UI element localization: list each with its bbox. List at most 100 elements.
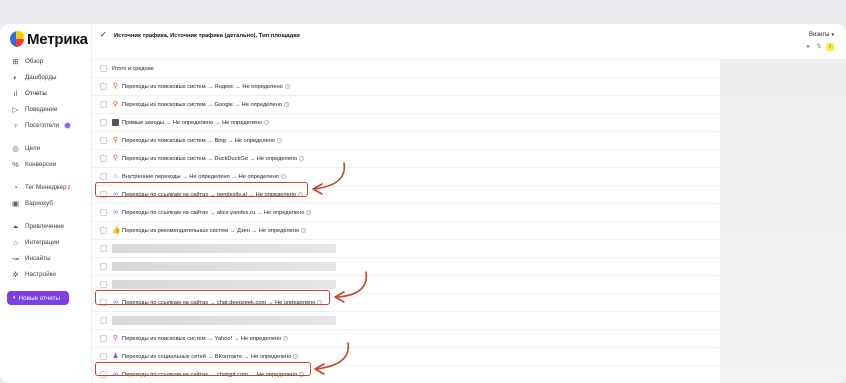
row-label[interactable]: Переходы из поисковых систем → Yahoo! → …	[122, 336, 281, 342]
help-icon[interactable]: ?	[306, 210, 312, 215]
table-row[interactable]: ⚲ Переходы из поисковых систем → Яндекс →…	[92, 78, 718, 96]
metric-selector[interactable]: Визиты ▾	[809, 32, 834, 38]
sidebar-item-integrations[interactable]: ⌂ Интеграции	[11, 238, 91, 247]
sidebar-item-variocube[interactable]: ▣ Вариокуб	[11, 199, 91, 208]
row-label[interactable]: Переходы из поисковых систем → Google → …	[122, 102, 282, 108]
row-label[interactable]: Переходы из рекомендательных систем → Дз…	[122, 228, 299, 234]
metric-panel: Визиты ▾ ● ⇅ ıl	[718, 24, 846, 383]
search-icon: ⚲	[112, 137, 119, 144]
sidebar-item-acquisition[interactable]: ⏶ Привлечение	[11, 222, 91, 231]
row-checkbox[interactable]	[100, 209, 107, 216]
sidebar-item-behavior[interactable]: ▷ Поведение	[11, 105, 91, 114]
table-row-blurred[interactable]	[92, 312, 718, 330]
sidebar-item-label: Дашборды	[25, 74, 57, 81]
row-label[interactable]: Внутренние переходы → Не определено → Не…	[122, 174, 279, 180]
help-icon[interactable]: ?	[299, 156, 305, 161]
sidebar-item-label: Конверсии	[25, 161, 57, 168]
highlight-box-chatgpt	[95, 362, 311, 376]
logo[interactable]: Метрика	[10, 30, 88, 48]
row-checkbox[interactable]	[100, 83, 107, 90]
help-icon[interactable]: ?	[284, 102, 290, 107]
search-icon: ⚲	[112, 101, 119, 108]
sidebar-item-dashboards[interactable]: ◐ Дашборды	[11, 73, 91, 82]
blurred-content	[112, 262, 336, 271]
table-row[interactable]: ∞ Переходы по ссылкам на сайтах → alice.y…	[92, 204, 718, 222]
table-header: ✓ Источник трафика, Источник трафика (де…	[92, 24, 718, 60]
row-checkbox[interactable]	[100, 119, 107, 126]
help-icon[interactable]: ?	[301, 228, 307, 233]
table-row-total: Итого и средние	[92, 60, 718, 78]
row-label[interactable]: Переходы из поисковых систем → Яндекс → …	[122, 84, 283, 90]
sidebar-item-label: Вариокуб	[25, 200, 53, 207]
table-row[interactable]: ⚲ Переходы из поисковых систем → DuckDuck…	[92, 150, 718, 168]
sidebar-item-overview[interactable]: ⊞ Обзор	[11, 57, 91, 66]
row-checkbox[interactable]	[100, 317, 107, 324]
social-icon: ♟	[112, 353, 119, 360]
sidebar-item-label: Тег Менеджер	[25, 184, 67, 191]
row-checkbox[interactable]	[100, 65, 107, 72]
table-row[interactable]: ⚲ Переходы из поисковых систем → Google →…	[92, 96, 718, 114]
sidebar-item-tag-manager[interactable]: ◔ Тег Менеджер β	[11, 183, 91, 192]
highlight-box-deepseek	[95, 290, 330, 305]
row-checkbox[interactable]	[100, 281, 107, 288]
sidebar-item-label: Отчеты	[25, 90, 47, 97]
help-icon[interactable]: ?	[264, 120, 270, 125]
table-row-blurred[interactable]	[92, 258, 718, 276]
row-checkbox[interactable]	[100, 335, 107, 342]
search-icon: ⚲	[112, 155, 119, 162]
grid-icon: ⊞	[12, 57, 19, 66]
dashboard-icon: ◐	[13, 73, 18, 82]
link-icon: ∞	[113, 209, 118, 216]
help-icon[interactable]: ?	[293, 354, 299, 359]
report-table: ✓ Источник трафика, Источник трафика (де…	[92, 24, 718, 383]
info-icon[interactable]: ●	[804, 43, 812, 51]
app-window: Метрика ⊞ Обзор ◐ Дашборды ıl Отчеты ▷ П…	[0, 24, 846, 383]
row-label[interactable]: Прямые заходы → Не определено → Не опред…	[122, 120, 262, 126]
row-label[interactable]: Переходы по ссылкам на сайтах → alice.ya…	[122, 210, 304, 216]
table-row[interactable]: Прямые заходы → Не определено → Не опред…	[92, 114, 718, 132]
sidebar-item-visitors[interactable]: ♀ Посетители	[11, 121, 91, 130]
help-icon[interactable]: ?	[277, 138, 283, 143]
sidebar-item-goals[interactable]: ◎ Цели	[11, 144, 91, 153]
new-reports-label: Новые отчеты	[18, 294, 61, 302]
table-row[interactable]: 👍 Переходы из рекомендательных систем → Д…	[92, 222, 718, 240]
sidebar-item-settings[interactable]: ✲ Настройки	[11, 270, 91, 279]
table-row[interactable]: ⚲ Переходы из поисковых систем → Bing → Н…	[92, 132, 718, 150]
sidebar-item-insights[interactable]: ↝ Инсайты	[11, 254, 91, 263]
help-icon[interactable]: ?	[284, 84, 290, 89]
recommend-icon: 👍	[112, 227, 121, 234]
sidebar: Метрика ⊞ Обзор ◐ Дашборды ıl Отчеты ▷ П…	[0, 24, 92, 383]
bar-chart-icon[interactable]: ıl	[826, 43, 834, 51]
row-checkbox[interactable]	[100, 353, 107, 360]
chevron-down-icon: ▾	[831, 32, 834, 38]
dimensions-checkbox-icon[interactable]: ✓	[100, 30, 107, 39]
megaphone-icon: ⏶	[12, 222, 19, 231]
row-checkbox[interactable]	[100, 227, 107, 234]
dimensions-title[interactable]: Источник трафика, Источник трафика (дета…	[114, 33, 300, 39]
row-checkbox[interactable]	[100, 155, 107, 162]
cube-icon: ▣	[11, 199, 20, 208]
row-checkbox[interactable]	[100, 137, 107, 144]
row-checkbox[interactable]	[100, 173, 107, 180]
gear-icon: ✲	[12, 270, 19, 279]
sidebar-item-reports[interactable]: ıl Отчеты	[11, 89, 91, 98]
table-row-blurred[interactable]	[92, 240, 718, 258]
row-label[interactable]: Переходы из поисковых систем → DuckDuckG…	[122, 156, 297, 162]
notification-dot	[64, 122, 72, 129]
highlight-box-perplexity	[95, 182, 308, 197]
sidebar-item-conversions[interactable]: % Конверсии	[11, 160, 91, 169]
play-icon: ▷	[12, 105, 19, 114]
internal-icon: ⌂	[113, 173, 118, 180]
help-icon[interactable]: ?	[281, 174, 287, 179]
row-checkbox[interactable]	[100, 245, 107, 252]
percent-icon: %	[12, 160, 19, 169]
sort-icon[interactable]: ⇅	[815, 43, 823, 51]
row-label[interactable]: Переходы из социальных сетей → ВКонтакте…	[122, 354, 291, 360]
row-checkbox[interactable]	[100, 263, 107, 270]
row-checkbox[interactable]	[100, 101, 107, 108]
new-reports-button[interactable]: ◑ Новые отчеты	[7, 291, 69, 305]
table-row[interactable]: ⚲ Переходы из поисковых систем → Yahoo! →…	[92, 330, 718, 348]
help-icon[interactable]: ?	[283, 336, 289, 341]
row-label[interactable]: Переходы из поисковых систем → Bing → Не…	[122, 138, 275, 144]
metrika-logo-icon	[10, 31, 24, 47]
